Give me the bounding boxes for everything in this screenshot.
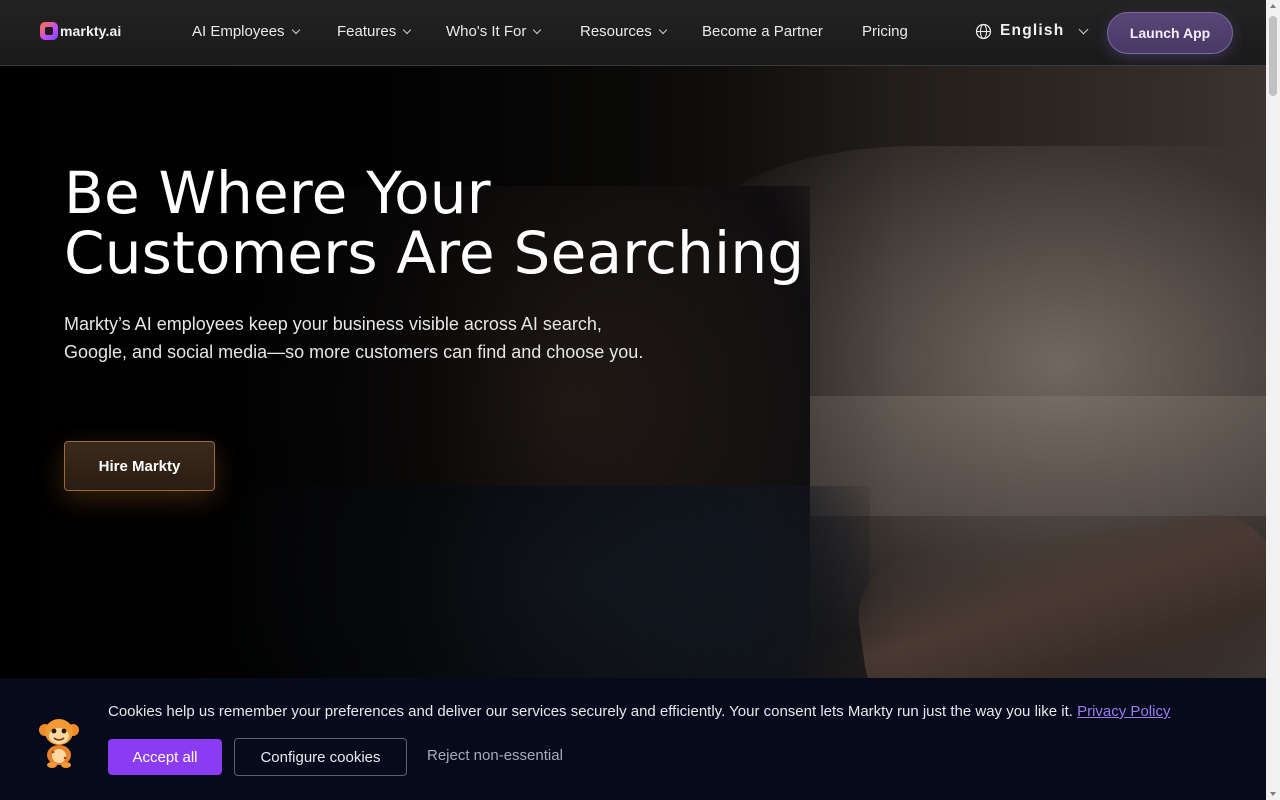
mascot-icon — [39, 719, 79, 768]
privacy-policy-link[interactable]: Privacy Policy — [1077, 703, 1170, 720]
globe-icon — [975, 23, 992, 39]
nav-item-whos-it-for[interactable]: Who's It For — [446, 23, 542, 40]
hero-title-line-2: Customers Are Searching — [64, 219, 805, 287]
nav-item-label: Who's It For — [446, 23, 527, 40]
scrollbar-thumb[interactable] — [1269, 16, 1277, 96]
top-navigation-bar: markty.ai AI Employees Features Who's It… — [0, 0, 1266, 66]
nav-item-become-a-partner[interactable]: Become a Partner — [702, 23, 823, 40]
logo-text: markty.ai — [60, 23, 122, 39]
scroll-up-arrow-icon[interactable] — [1270, 4, 1276, 8]
nav-item-ai-employees[interactable]: AI Employees — [192, 23, 300, 40]
logo-mark-icon — [40, 22, 58, 40]
nav-item-label: Features — [337, 23, 397, 40]
cookie-message-text: Cookies help us remember your preference… — [108, 703, 1073, 720]
nav-item-label: Resources — [580, 23, 652, 40]
brand-logo[interactable]: markty.ai — [40, 22, 121, 40]
scroll-down-arrow-icon[interactable] — [1270, 792, 1276, 796]
reject-non-essential-button[interactable]: Reject non-essential — [427, 747, 563, 764]
chevron-down-icon — [533, 25, 542, 35]
page: markty.ai AI Employees Features Who's It… — [0, 0, 1280, 800]
cookie-message: Cookies help us remember your preference… — [108, 703, 1170, 720]
chevron-down-icon — [658, 25, 667, 35]
nav-item-label: AI Employees — [192, 23, 285, 40]
hero-title: Be Where Your Customers Are Searching — [64, 163, 884, 283]
accept-all-cookies-button[interactable]: Accept all — [108, 739, 222, 775]
hero-title-line-1: Be Where Your — [64, 159, 491, 227]
nav-item-resources[interactable]: Resources — [580, 23, 667, 40]
language-selector[interactable]: English — [975, 22, 1089, 40]
nav-item-pricing[interactable]: Pricing — [862, 23, 908, 40]
chevron-down-icon — [1078, 24, 1089, 35]
launch-app-button[interactable]: Launch App — [1107, 12, 1233, 54]
chevron-down-icon — [402, 25, 412, 35]
page-scrollbar[interactable] — [1266, 0, 1280, 800]
nav-item-label: Become a Partner — [702, 23, 823, 40]
chevron-down-icon — [291, 25, 300, 35]
hero-subtitle: Markty’s AI employees keep your business… — [64, 314, 644, 362]
cookie-consent-banner: Cookies help us remember your preference… — [0, 678, 1266, 800]
nav-item-label: Pricing — [862, 23, 908, 40]
configure-cookies-button[interactable]: Configure cookies — [234, 738, 407, 776]
nav-item-features[interactable]: Features — [337, 23, 412, 40]
language-label: English — [1000, 22, 1065, 39]
hire-markty-button[interactable]: Hire Markty — [64, 441, 215, 491]
